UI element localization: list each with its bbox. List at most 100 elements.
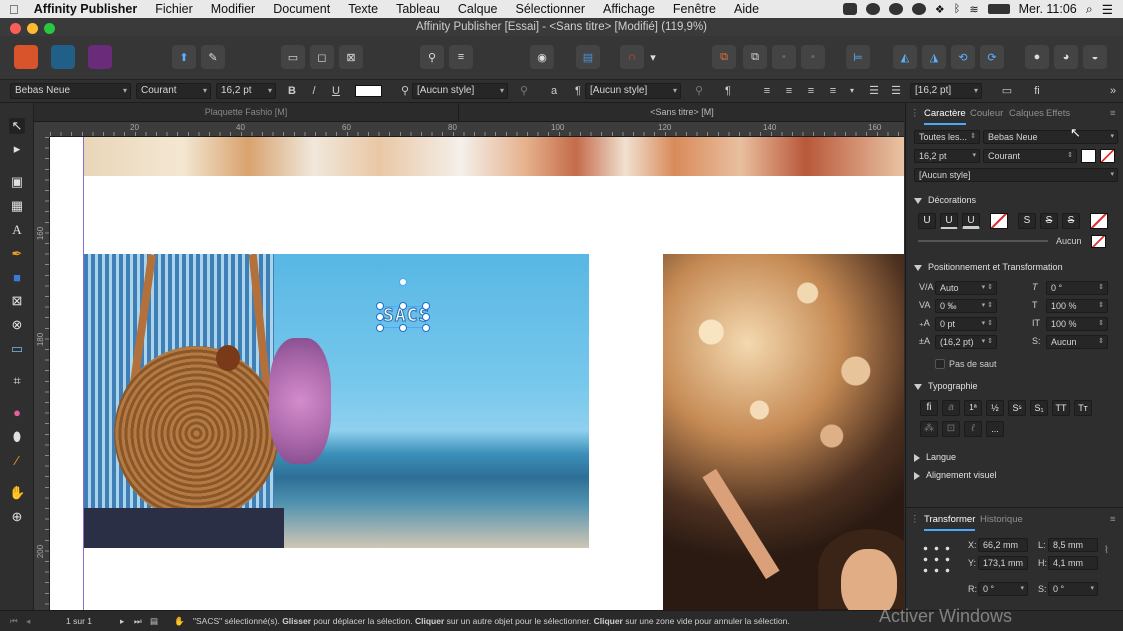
preflight-icon[interactable]: ✎ — [201, 45, 225, 69]
text-color-swatch[interactable] — [355, 85, 382, 97]
panel-menu-icon[interactable]: ≡ — [1110, 511, 1116, 529]
ligatures-button[interactable]: fi — [920, 400, 938, 416]
bag-image[interactable] — [84, 254, 589, 548]
ellipse-frame-tool-icon[interactable]: ⊗ — [9, 317, 25, 333]
picture-frame-icon[interactable]: ◻ — [310, 45, 334, 69]
strike-single-button[interactable]: S — [1018, 213, 1036, 229]
horizontal-ruler[interactable]: 20 40 60 80 100 120 140 160 — [50, 122, 904, 137]
eyedropper-tool-icon[interactable]: ⁄ — [9, 453, 25, 469]
zoom-tool-icon[interactable]: ⊕ — [9, 509, 25, 525]
panel-grip-icon[interactable]: ⋮ — [910, 511, 920, 529]
forward-one-icon[interactable]: ▪ — [772, 45, 796, 69]
rotation-handle[interactable] — [399, 278, 407, 286]
scope-select[interactable]: Toutes les... ⇕ — [914, 130, 980, 144]
char-style-select[interactable]: [Aucun style] ▾ — [914, 168, 1118, 182]
all-caps-button[interactable]: TT — [1052, 400, 1070, 416]
subscript-button[interactable]: S₁ — [1030, 400, 1048, 416]
selection-handle[interactable] — [376, 313, 384, 321]
strike-double-button[interactable]: S — [1040, 213, 1058, 229]
width-field[interactable]: 8,5 mm — [1048, 538, 1098, 552]
selection-handle[interactable] — [422, 324, 430, 332]
tab-historique[interactable]: Historique — [980, 511, 1023, 529]
pages-panel-icon[interactable]: ▤ — [150, 611, 158, 631]
line-color-none-swatch[interactable] — [1091, 235, 1106, 248]
line-weight-slider[interactable] — [918, 240, 1048, 242]
swash-button[interactable]: a — [942, 400, 960, 416]
flip-horizontal-icon[interactable]: ◭ — [893, 45, 917, 69]
wrap-text-icon[interactable]: ≡ — [449, 45, 473, 69]
bluetooth-icon[interactable]: ᛒ — [954, 3, 961, 15]
tab-transformer[interactable]: Transformer — [924, 511, 976, 531]
artistic-text-tool-icon[interactable]: A — [9, 222, 25, 238]
shear-transform-field[interactable]: 0 ° ▾ — [1048, 582, 1098, 596]
strike-thick-button[interactable]: S — [1062, 213, 1080, 229]
share-icon[interactable]: ⬆ — [172, 45, 196, 69]
menu-fenetre[interactable]: Fenêtre — [664, 2, 725, 16]
glyph-button[interactable]: ⁂ — [920, 421, 938, 437]
app-menu[interactable]: Affinity Publisher — [28, 2, 146, 16]
tab-plaquette[interactable]: Plaquette Fashio [M] — [34, 103, 459, 122]
selection-handle[interactable] — [399, 324, 407, 332]
underline-thick-button[interactable]: U — [962, 213, 980, 229]
section-langue[interactable]: Langue — [914, 452, 956, 462]
anchor-point-grid[interactable] — [920, 543, 952, 575]
wifi-icon[interactable]: ≋ — [969, 3, 978, 16]
prev-page-icon[interactable]: ◂ — [26, 611, 30, 631]
text-frame-tool-icon[interactable]: ▣ — [9, 174, 25, 190]
search-icon[interactable]: ⌕ — [1086, 2, 1093, 17]
menu-texte[interactable]: Texte — [339, 2, 387, 16]
superscript-button[interactable]: Sˢ — [1008, 400, 1026, 416]
tab-calques[interactable]: Calques — [1009, 105, 1044, 123]
align-icon[interactable]: ⊨ — [846, 45, 870, 69]
menu-aide[interactable]: Aide — [725, 2, 768, 16]
selection-handle[interactable] — [376, 302, 384, 310]
panel-menu-icon[interactable]: ≡ — [1110, 105, 1116, 123]
photo-persona-icon[interactable] — [51, 45, 75, 69]
snapping-icon[interactable]: ∩ — [620, 45, 644, 69]
glyph-button[interactable]: ⊡ — [942, 421, 960, 437]
position-field[interactable]: Aucun ⇕ — [1046, 335, 1108, 349]
tracking-field[interactable]: 0 ‰ ▾ ⇕ — [935, 299, 997, 313]
numbered-list-icon[interactable]: ☰ — [887, 83, 905, 99]
selection-handle[interactable] — [399, 302, 407, 310]
clear-char-style-icon[interactable]: ⚲ — [515, 83, 533, 99]
more-typography-button[interactable]: ... — [986, 421, 1004, 437]
section-typography[interactable]: Typographie — [914, 381, 978, 391]
highlight-none-swatch[interactable] — [1100, 149, 1115, 163]
menu-calque[interactable]: Calque — [449, 2, 507, 16]
selection-handle[interactable] — [376, 324, 384, 332]
panel-grip-icon[interactable]: ⋮ — [910, 105, 920, 123]
tab-sans-titre[interactable]: <Sans titre> [M] — [460, 103, 904, 122]
rotate-right-icon[interactable]: ⟳ — [980, 45, 1004, 69]
align-dropdown-icon[interactable]: ▾ — [843, 83, 861, 99]
strike-color-none-swatch[interactable] — [1090, 213, 1108, 229]
section-decorations[interactable]: Décorations — [914, 195, 976, 205]
ligature-button[interactable]: fi — [1028, 83, 1046, 99]
dropbox-icon[interactable]: ❖ — [935, 3, 945, 16]
leading-field[interactable]: (16,2 pt) ▾ ⇕ — [935, 335, 997, 349]
align-left-icon[interactable]: ≡ — [758, 83, 776, 99]
text-frame-icon[interactable]: ▭ — [998, 83, 1016, 99]
para-style-select[interactable]: [Aucun style] ▾ — [585, 83, 681, 99]
color-picker-tool-icon[interactable]: ● — [9, 405, 25, 421]
shape-tool-icon[interactable]: ■ — [9, 270, 25, 286]
underline-double-button[interactable]: U — [940, 213, 958, 229]
arrange-front-icon[interactable]: ⧉ — [743, 45, 767, 69]
expand-toolbar-icon[interactable]: » — [1104, 83, 1122, 99]
menu-fichier[interactable]: Fichier — [146, 2, 202, 16]
menu-document[interactable]: Document — [264, 2, 339, 16]
clear-para-style-icon[interactable]: ⚲ — [690, 83, 708, 99]
menu-selectionner[interactable]: Sélectionner — [507, 2, 595, 16]
font-family-select[interactable]: Bebas Neue ▾ — [983, 130, 1118, 144]
move-tool-icon[interactable]: ↖ — [9, 118, 25, 134]
document-canvas[interactable]: SACS — [50, 137, 904, 610]
horizontal-scale-field[interactable]: 100 % ⇕ — [1046, 317, 1108, 331]
selection-handle[interactable] — [422, 302, 430, 310]
font-family-select[interactable]: Bebas Neue ▾ — [10, 83, 131, 99]
justify-icon[interactable]: ≡ — [824, 83, 842, 99]
rotate-left-icon[interactable]: ⟲ — [951, 45, 975, 69]
place-image-tool-icon[interactable]: ▭ — [9, 341, 25, 357]
glyph-button[interactable]: ℓ — [964, 421, 982, 437]
menu-affichage[interactable]: Affichage — [594, 2, 664, 16]
picture-frame-tool-icon[interactable]: ⊠ — [9, 293, 25, 309]
